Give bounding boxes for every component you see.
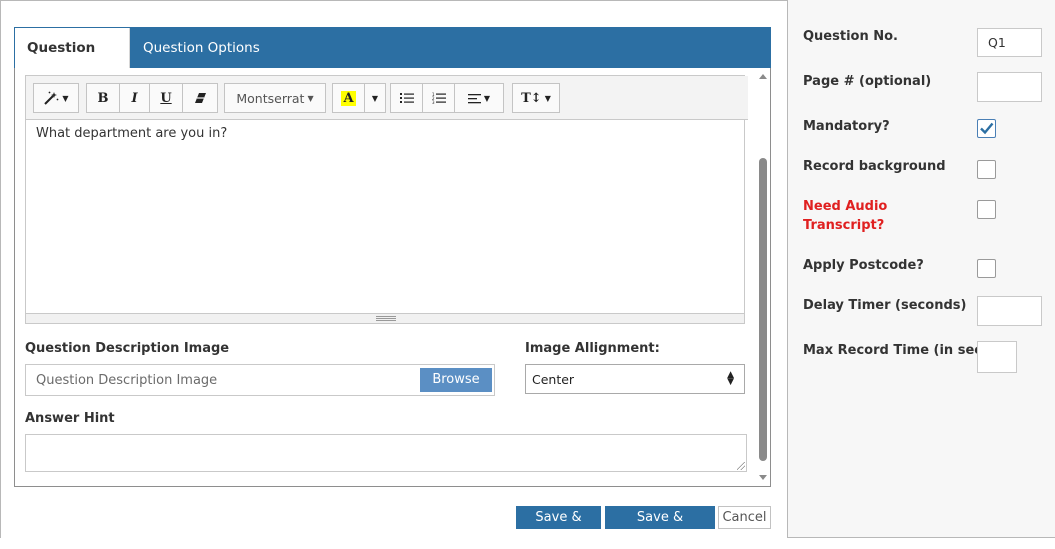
- text-size-dropdown[interactable]: T↕ ▼: [513, 84, 559, 112]
- image-alignment-select[interactable]: Center ▲ ▼: [525, 364, 745, 394]
- size-group: T↕ ▼: [512, 83, 560, 113]
- page-input[interactable]: [977, 72, 1042, 102]
- style-group: ▼: [33, 83, 79, 113]
- tab-bar: Question Info Question Options: [14, 27, 771, 96]
- answer-hint-textarea[interactable]: [25, 434, 747, 472]
- bold-button[interactable]: B: [87, 84, 120, 112]
- scrollbar-thumb[interactable]: [759, 158, 767, 461]
- rich-text-editor: ▼ B I U Montserrat ▼ A ▼ 1 2 3 ▼ T↕ ▼ Wh…: [25, 75, 748, 324]
- chevron-down-icon: ▼: [307, 93, 314, 103]
- description-image-input[interactable]: Question Description Image Browse: [25, 364, 495, 396]
- scroll-down-arrow-icon[interactable]: [759, 475, 767, 480]
- editor-toolbar: ▼ B I U Montserrat ▼ A ▼ 1 2 3 ▼ T↕ ▼: [26, 76, 748, 120]
- font-family-dropdown[interactable]: Montserrat ▼: [225, 84, 325, 112]
- font-group: Montserrat ▼: [224, 83, 326, 113]
- editor-resize-bar[interactable]: [26, 313, 744, 323]
- image-alignment-label: Image Allignment:: [525, 341, 660, 356]
- audio-transcript-label-line1: Need Audio: [803, 199, 888, 214]
- color-dropdown-button[interactable]: ▼: [365, 84, 385, 112]
- resize-grip-icon: [376, 316, 396, 321]
- select-arrows-icon: ▲ ▼: [727, 370, 734, 387]
- apply-postcode-label: Apply Postcode?: [803, 258, 924, 273]
- chevron-down-icon: ▼: [483, 93, 491, 103]
- max-record-label: Max Record Time (in seconds): [803, 343, 977, 358]
- save-close-button[interactable]: Save & Close: [516, 506, 601, 546]
- audio-transcript-checkbox[interactable]: [977, 200, 996, 219]
- delay-timer-input[interactable]: [977, 296, 1042, 326]
- bullet-list-icon: [399, 93, 414, 103]
- highlight-icon: A: [341, 90, 356, 106]
- align-left-icon: [467, 93, 481, 103]
- chevron-down-icon: ▼: [544, 93, 551, 103]
- cancel-button[interactable]: Cancel: [718, 506, 771, 529]
- magic-wand-button[interactable]: ▼: [34, 84, 78, 112]
- apply-postcode-checkbox[interactable]: [977, 259, 996, 278]
- save-continue-button[interactable]: Save & Continue: [605, 506, 715, 546]
- editor-content[interactable]: What department are you in?: [36, 126, 227, 141]
- numbered-list-button[interactable]: 1 2 3: [423, 84, 455, 112]
- max-record-input[interactable]: [977, 341, 1017, 373]
- magic-wand-icon: [44, 91, 59, 105]
- numbered-list-icon: 1 2 3: [432, 92, 446, 104]
- delay-timer-label: Delay Timer (seconds): [803, 298, 967, 313]
- description-image-placeholder: Question Description Image: [36, 373, 218, 388]
- checkmark-icon: [980, 122, 994, 135]
- eraser-icon: [194, 93, 206, 103]
- record-background-checkbox[interactable]: [977, 160, 996, 179]
- svg-text:3: 3: [432, 100, 435, 104]
- audio-transcript-label: Need Audio Transcript?: [803, 197, 887, 235]
- align-dropdown-button[interactable]: ▼: [455, 84, 503, 112]
- vertical-scrollbar[interactable]: [756, 70, 770, 484]
- mandatory-label: Mandatory?: [803, 119, 890, 134]
- underline-button[interactable]: U: [150, 84, 183, 112]
- page-label: Page # (optional): [803, 74, 932, 89]
- scroll-up-arrow-icon[interactable]: [759, 74, 767, 79]
- mandatory-checkbox[interactable]: [977, 119, 996, 138]
- highlight-color-button[interactable]: A: [333, 84, 365, 112]
- answer-hint-label: Answer Hint: [25, 411, 115, 426]
- description-image-label: Question Description Image: [25, 341, 230, 356]
- settings-panel: Question No. Q1 Page # (optional) Mandat…: [787, 0, 1055, 538]
- color-group: A ▼: [332, 83, 386, 113]
- eraser-button[interactable]: [183, 84, 217, 112]
- italic-button[interactable]: I: [120, 84, 150, 112]
- question-no-label: Question No.: [803, 29, 898, 44]
- chevron-down-icon: ▼: [62, 93, 69, 103]
- format-group: B I U: [86, 83, 218, 113]
- question-editor-panel: Question Info Question Options ▼: [0, 0, 787, 546]
- record-background-label: Record background: [803, 159, 946, 174]
- font-family-label: Montserrat: [236, 90, 305, 106]
- resize-corner-icon[interactable]: [737, 462, 745, 470]
- question-no-input[interactable]: Q1: [977, 28, 1042, 57]
- chevron-down-icon: ▼: [371, 93, 379, 103]
- browse-button[interactable]: Browse: [420, 368, 492, 392]
- tab-question-options[interactable]: Question Options: [131, 28, 272, 68]
- tab-question-info[interactable]: Question Info: [15, 28, 130, 96]
- audio-transcript-label-line2: Transcript?: [803, 218, 885, 233]
- paragraph-group: 1 2 3 ▼: [390, 83, 504, 113]
- bullet-list-button[interactable]: [391, 84, 423, 112]
- image-alignment-value: Center: [532, 372, 575, 387]
- text-size-icon: T↕: [521, 90, 542, 106]
